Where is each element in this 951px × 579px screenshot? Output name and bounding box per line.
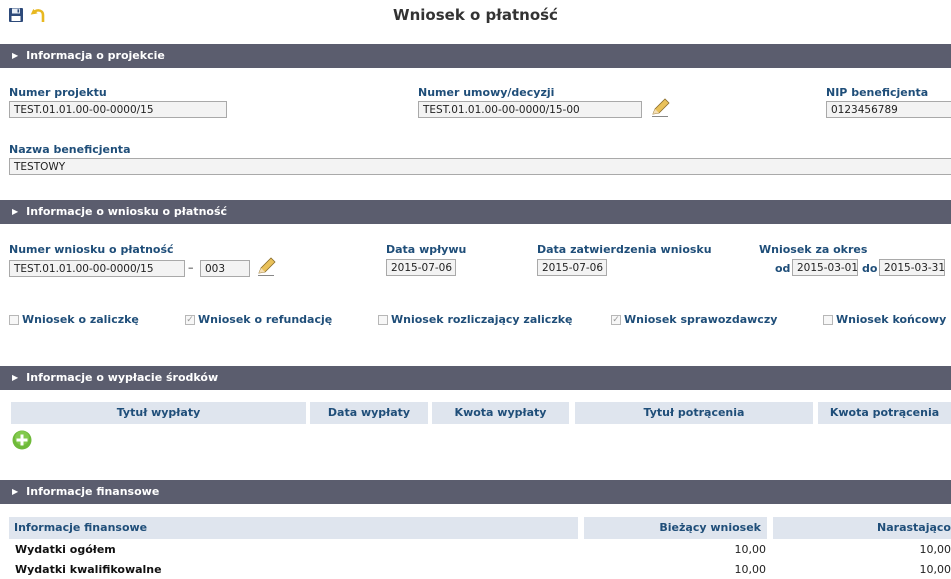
do-label: do <box>862 262 878 275</box>
data-zatwierdzenia-label: Data zatwierdzenia wniosku <box>537 243 712 256</box>
numer-wniosku-suffix-field[interactable]: 003 <box>200 260 250 277</box>
row-label-wydatki-ogolem: Wydatki ogółem <box>15 543 116 556</box>
nip-label: NIP beneficjenta <box>826 86 929 99</box>
add-icon[interactable] <box>12 430 32 453</box>
numer-umowy-label: Numer umowy/decyzji <box>418 86 555 99</box>
section-title: Informacje o wypłacie środków <box>26 371 219 384</box>
chevron-right-icon: ▶ <box>12 373 19 382</box>
section-title: Informacje finansowe <box>26 485 160 498</box>
row-label-wydatki-kwalifikowalne: Wydatki kwalifikowalne <box>15 563 162 576</box>
cell-narastajaco: 10,00 <box>919 563 951 576</box>
cell-biezacy: 10,00 <box>734 563 767 576</box>
section-title: Informacja o projekcie <box>26 49 165 62</box>
checkbox-koncowy[interactable]: Wniosek końcowy <box>823 313 946 326</box>
checkbox-label: Wniosek końcowy <box>836 313 947 326</box>
data-wplywu-field[interactable]: 2015-07-06 <box>386 259 456 276</box>
checkbox-zaliczka[interactable]: Wniosek o zaliczkę <box>9 313 139 326</box>
numer-projektu-field[interactable]: TEST.01.01.00-00-0000/15 <box>9 101 227 118</box>
checkbox-box[interactable] <box>378 314 388 325</box>
checkbox-label: Wniosek o zaliczkę <box>22 313 139 326</box>
numer-separator: – <box>188 261 194 274</box>
check-icon[interactable]: ✓ <box>611 314 621 325</box>
okres-do-field[interactable]: 2015-03-31 <box>879 259 945 276</box>
check-icon[interactable]: ✓ <box>185 314 195 325</box>
section-header-projekt[interactable]: ▶ Informacja o projekcie <box>0 44 951 68</box>
cell-biezacy: 10,00 <box>734 543 767 556</box>
checkbox-label: Wniosek sprawozdawczy <box>624 313 778 326</box>
column-header-kwota-potracenia[interactable]: Kwota potrącenia <box>818 402 951 424</box>
section-header-wyplata[interactable]: ▶ Informacje o wypłacie środków <box>0 366 951 390</box>
numer-wniosku-label: Numer wniosku o płatność <box>9 243 174 256</box>
okres-od-field[interactable]: 2015-03-01 <box>792 259 858 276</box>
checkbox-box[interactable] <box>823 314 833 325</box>
chevron-right-icon: ▶ <box>12 207 19 216</box>
column-header-tytul-wyplaty[interactable]: Tytuł wypłaty <box>11 402 306 424</box>
column-header-informacje[interactable]: Informacje finansowe <box>9 517 578 539</box>
checkbox-sprawozdawczy[interactable]: ✓ Wniosek sprawozdawczy <box>611 313 777 326</box>
section-title: Informacje o wniosku o płatność <box>26 205 228 218</box>
column-header-data-wyplaty[interactable]: Data wypłaty <box>310 402 428 424</box>
checkbox-label: Wniosek o refundację <box>198 313 333 326</box>
page-title: Wniosek o płatność <box>393 6 558 24</box>
numer-wniosku-field[interactable]: TEST.01.01.00-00-0000/15 <box>9 260 185 277</box>
checkbox-rozliczajacy[interactable]: Wniosek rozliczający zaliczkę <box>378 313 573 326</box>
nazwa-beneficjenta-label: Nazwa beneficjenta <box>9 143 131 156</box>
chevron-right-icon: ▶ <box>12 487 19 496</box>
section-header-finanse[interactable]: ▶ Informacje finansowe <box>0 480 951 504</box>
chevron-right-icon: ▶ <box>12 51 19 60</box>
data-zatwierdzenia-field[interactable]: 2015-07-06 <box>537 259 607 276</box>
nazwa-beneficjenta-field[interactable]: TESTOWY <box>9 158 951 175</box>
nip-field[interactable]: 0123456789 <box>826 101 951 118</box>
checkbox-label: Wniosek rozliczający zaliczkę <box>391 313 573 326</box>
checkbox-box[interactable] <box>9 314 19 325</box>
column-header-biezacy[interactable]: Bieżący wniosek <box>584 517 767 539</box>
column-header-tytul-potracenia[interactable]: Tytuł potrącenia <box>575 402 813 424</box>
checkbox-refundacja[interactable]: ✓ Wniosek o refundację <box>185 313 332 326</box>
column-header-kwota-wyplaty[interactable]: Kwota wypłaty <box>432 402 569 424</box>
cell-narastajaco: 10,00 <box>919 543 951 556</box>
edit-pencil-icon[interactable] <box>256 257 276 277</box>
edit-pencil-icon[interactable] <box>650 98 670 118</box>
section-header-wniosek[interactable]: ▶ Informacje o wniosku o płatność <box>0 200 951 224</box>
okres-label: Wniosek za okres <box>759 243 868 256</box>
numer-umowy-field[interactable]: TEST.01.01.00-00-0000/15-00 <box>418 101 642 118</box>
numer-projektu-label: Numer projektu <box>9 86 107 99</box>
column-header-narastajaco[interactable]: Narastająco <box>773 517 951 539</box>
data-wplywu-label: Data wpływu <box>386 243 467 256</box>
od-label: od <box>775 262 791 275</box>
